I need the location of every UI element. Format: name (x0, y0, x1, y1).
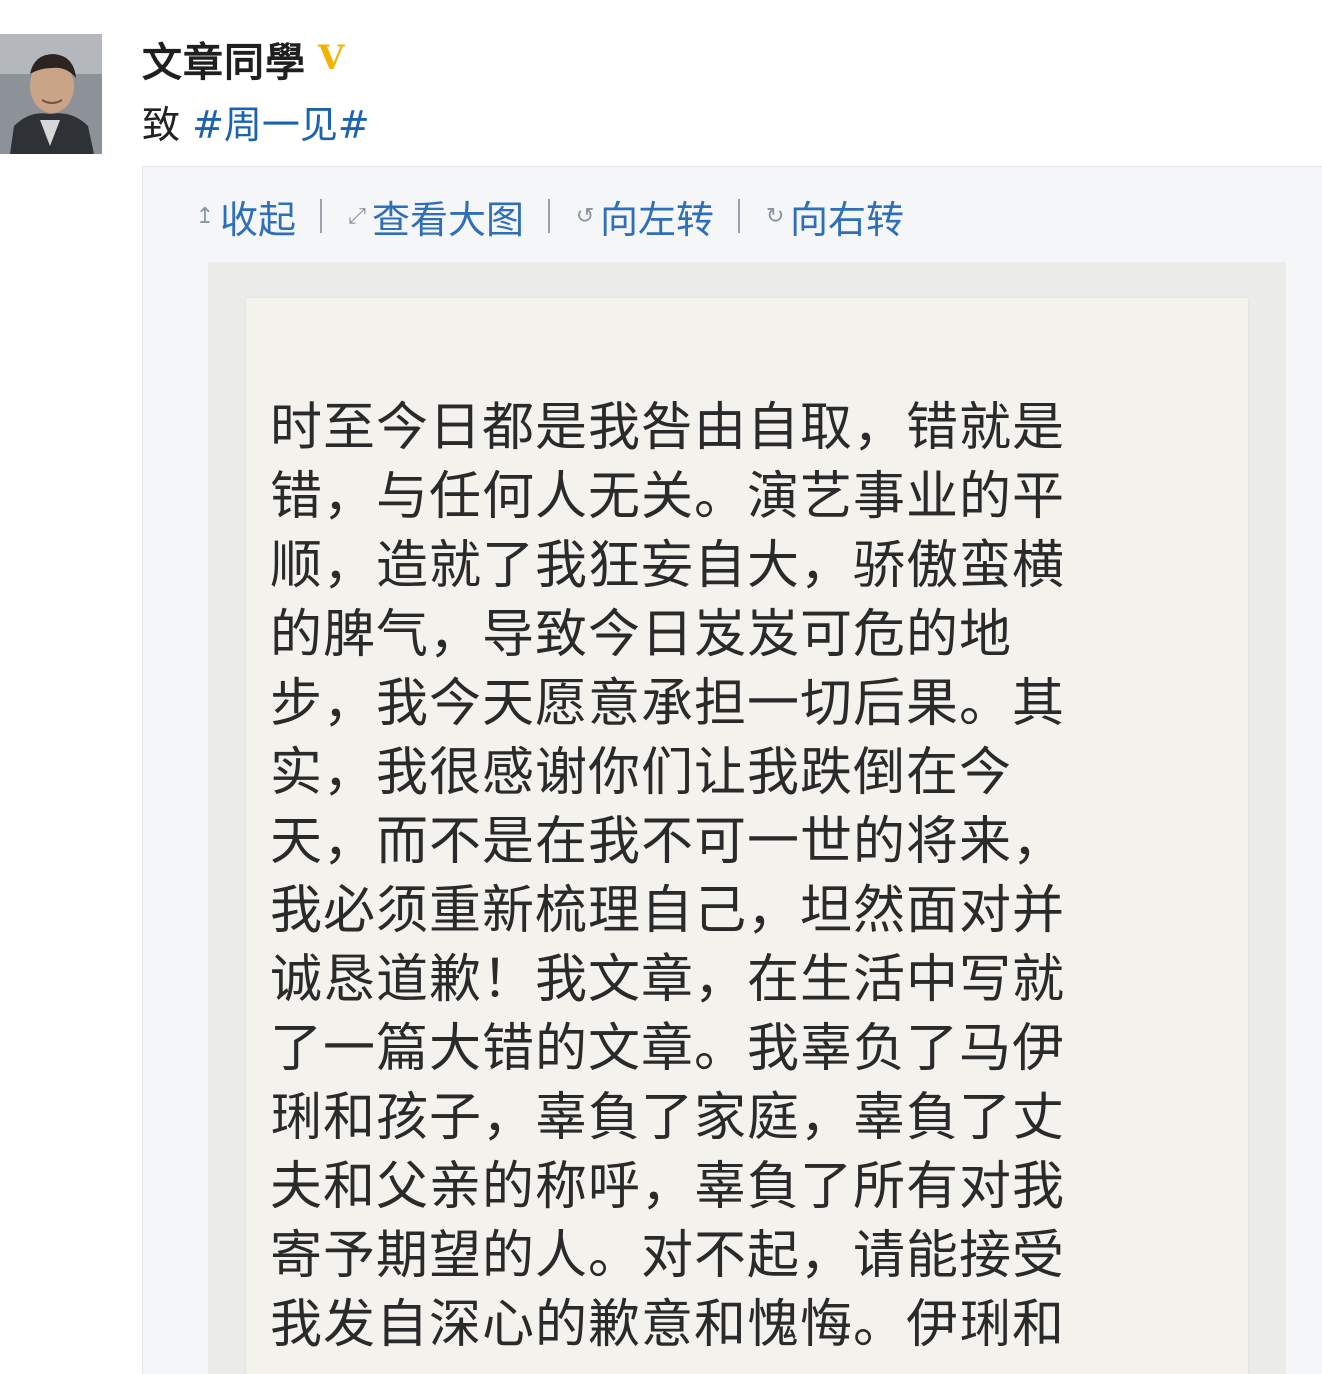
post-prefix: 致 (142, 103, 193, 147)
statement-line: 夫和父亲的称呼，辜負了所有对我 (270, 1157, 1066, 1217)
statement-line: 我发自深心的歉意和愧悔。伊琍和 (270, 1295, 1066, 1355)
statement-line: 寄予期望的人。对不起，请能接受 (270, 1226, 1066, 1286)
post-text: 致 #周一见# (142, 94, 370, 149)
rotate-left-icon: ↺ (575, 203, 595, 229)
statement-line: 的脾气，导致今日岌岌可危的地 (270, 605, 1013, 665)
rotate-right-label: 向右转 (790, 197, 905, 242)
statement-line: 时至今日都是我咎由自取，错就是 (270, 398, 1066, 458)
toolbar-divider (320, 199, 323, 233)
statement-line: 实，我很感谢你们让我跌倒在今 (270, 743, 1013, 803)
toolbar-divider (548, 199, 551, 233)
collapse-button[interactable]: ↥ 收起 (194, 189, 296, 244)
zoom-icon: ⤢ (348, 203, 366, 229)
view-large-label: 查看大图 (372, 197, 525, 242)
statement-line: 顺，造就了我狂妄自大，骄傲蛮横 (270, 536, 1066, 596)
rotate-left-label: 向左转 (600, 197, 715, 242)
statement-line: 步，我今天愿意承担一切后果。其 (270, 674, 1066, 734)
username[interactable]: 文章同學 (142, 30, 306, 88)
rotate-left-button[interactable]: ↺ 向左转 (574, 189, 714, 244)
toolbar-divider (738, 199, 741, 233)
statement-text: 时至今日都是我咎由自取，错就是 错，与任何人无关。演艺事业的平 顺，造就了我狂妄… (270, 394, 1210, 1360)
statement-line: 错，与任何人无关。演艺事业的平 (270, 467, 1066, 527)
avatar[interactable] (0, 34, 102, 154)
statement-line: 琍和孩子，辜負了家庭，辜負了丈 (270, 1088, 1066, 1148)
avatar-photo (0, 34, 102, 154)
hashtag-link[interactable]: #周一见# (192, 103, 370, 147)
rotate-right-icon: ↻ (765, 203, 785, 229)
image-toolbar: ↥ 收起 ⤢ 查看大图 ↺ 向左转 ↻ 向右转 (194, 188, 904, 244)
statement-line: 我必须重新梳理自己，坦然面对并 (270, 881, 1066, 941)
arrow-up-icon: ↥ (195, 203, 215, 229)
statement-line: 诚恳道歉！我文章，在生活中写就 (270, 950, 1066, 1010)
rotate-right-button[interactable]: ↻ 向右转 (764, 189, 904, 244)
statement-line: 天，而不是在我不可一世的将来， (270, 812, 1066, 872)
collapse-label: 收起 (220, 197, 297, 242)
verified-badge-icon: V (318, 38, 345, 78)
statement-line: 了一篇大错的文章。我辜负了马伊 (270, 1019, 1066, 1079)
weibo-post: 文章同學 V 致 #周一见# ↥ 收起 ⤢ 查看大图 ↺ 向左转 ↻ 向右转 时… (0, 0, 1322, 1374)
view-large-button[interactable]: ⤢ 查看大图 (346, 189, 524, 244)
